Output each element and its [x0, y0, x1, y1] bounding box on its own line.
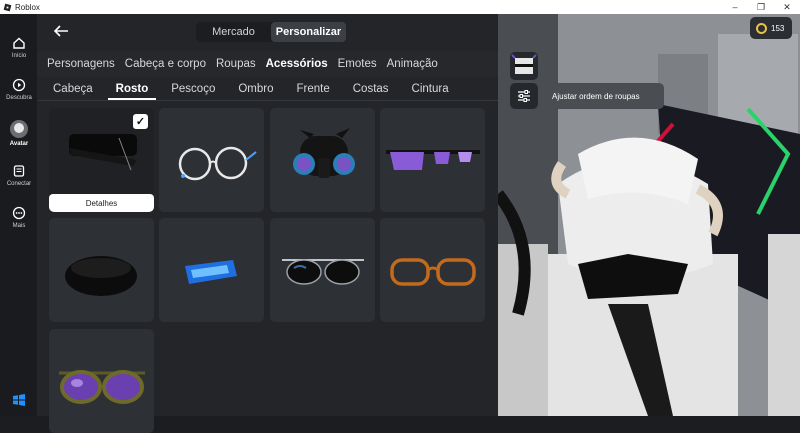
nav-item-avatar[interactable]: Avatar: [0, 120, 38, 147]
avatar-preview[interactable]: [498, 14, 800, 416]
more-icon: [12, 206, 26, 220]
category-characters[interactable]: Personagens: [47, 58, 115, 70]
subcategory-shoulder[interactable]: Ombro: [238, 83, 273, 95]
item-tile[interactable]: [49, 218, 154, 322]
home-icon: [13, 37, 25, 49]
black-gas-mask-with-horns: [293, 128, 355, 178]
item-tile[interactable]: [380, 218, 485, 322]
avatar-3d-render: [498, 14, 800, 416]
nav-label-discover: Descubra: [6, 95, 32, 101]
subcategory-front[interactable]: Frente: [297, 83, 330, 95]
item-tile[interactable]: ✓ Detalhes: [49, 108, 154, 212]
item-tile[interactable]: [159, 108, 264, 212]
category-emotes[interactable]: Emotes: [338, 58, 377, 70]
purple-sunglasses: [386, 150, 480, 170]
play-icon: [12, 78, 26, 92]
close-button[interactable]: ✕: [774, 2, 800, 13]
subcategory-head[interactable]: Cabeça: [53, 83, 93, 95]
silver-round-glasses: [178, 146, 257, 181]
nav-label-avatar: Avatar: [9, 141, 29, 147]
category-clothing[interactable]: Roupas: [216, 58, 256, 70]
adjust-layering-button[interactable]: [510, 83, 538, 109]
nav-item-home[interactable]: Início: [0, 36, 38, 59]
roblox-logo-icon: [3, 3, 12, 11]
window-title: Roblox: [15, 2, 40, 12]
subcategory-divider: [38, 100, 498, 101]
black-face-band: [65, 256, 137, 296]
robux-icon: [756, 22, 767, 34]
windows-start-icon[interactable]: [12, 393, 26, 407]
maximize-button[interactable]: ❐: [748, 2, 774, 13]
nav-label-connect: Conectar: [6, 181, 32, 187]
nav-item-connect[interactable]: Conectar: [0, 164, 38, 187]
outfit-icon: [511, 54, 537, 74]
subcategory-bar: Cabeça Rosto Pescoço Ombro Frente Costas…: [38, 77, 498, 101]
item-tile[interactable]: [380, 108, 485, 212]
category-head-body[interactable]: Cabeça e corpo: [125, 58, 206, 70]
brown-glasses: [390, 258, 476, 286]
item-tile[interactable]: [159, 218, 264, 322]
adjust-layering-tooltip: Ajustar ordem de roupas: [539, 83, 664, 109]
outfit-thumbnail-button[interactable]: [510, 52, 538, 80]
black-aviator-sunglasses: [282, 259, 364, 285]
details-button[interactable]: Detalhes: [49, 194, 154, 212]
avatar-icon: [10, 120, 28, 138]
nav-label-home: Início: [11, 53, 27, 59]
robux-amount: 153: [771, 23, 785, 33]
chat-icon: [13, 165, 25, 177]
nav-label-more: Mais: [12, 223, 26, 229]
category-bar: Personagens Cabeça e corpo Roupas Acessó…: [38, 51, 498, 77]
market-customize-toggle: Mercado Personalizar: [196, 22, 346, 42]
minimize-button[interactable]: –: [722, 2, 748, 12]
tab-market[interactable]: Mercado: [196, 22, 271, 42]
sliders-icon: [518, 90, 530, 102]
subcategory-neck[interactable]: Pescoço: [171, 83, 215, 95]
category-accessories[interactable]: Acessórios: [266, 58, 328, 70]
blue-cyber-visor: [185, 260, 237, 284]
arrow-left-icon: [53, 25, 68, 37]
window-titlebar: Roblox – ❐ ✕: [0, 0, 800, 14]
equipped-check-icon: ✓: [133, 114, 148, 129]
subcategory-waist[interactable]: Cintura: [412, 83, 449, 95]
item-tile[interactable]: [270, 108, 375, 212]
robux-balance[interactable]: 153: [750, 17, 792, 39]
nav-item-discover[interactable]: Descubra: [0, 78, 38, 101]
left-nav: Início Descubra Avatar Conectar Mais: [0, 14, 38, 416]
customize-panel: Mercado Personalizar Personagens Cabeça …: [38, 14, 498, 433]
category-animation[interactable]: Animação: [387, 58, 438, 70]
nav-item-more[interactable]: Mais: [0, 206, 38, 229]
item-tile[interactable]: [270, 218, 375, 322]
item-tile[interactable]: [49, 329, 154, 433]
tab-customize[interactable]: Personalizar: [271, 22, 346, 42]
back-button[interactable]: [52, 24, 70, 41]
gold-purple-aviators: [59, 370, 145, 404]
subcategory-back[interactable]: Costas: [353, 83, 389, 95]
subcategory-face[interactable]: Rosto: [107, 83, 156, 100]
